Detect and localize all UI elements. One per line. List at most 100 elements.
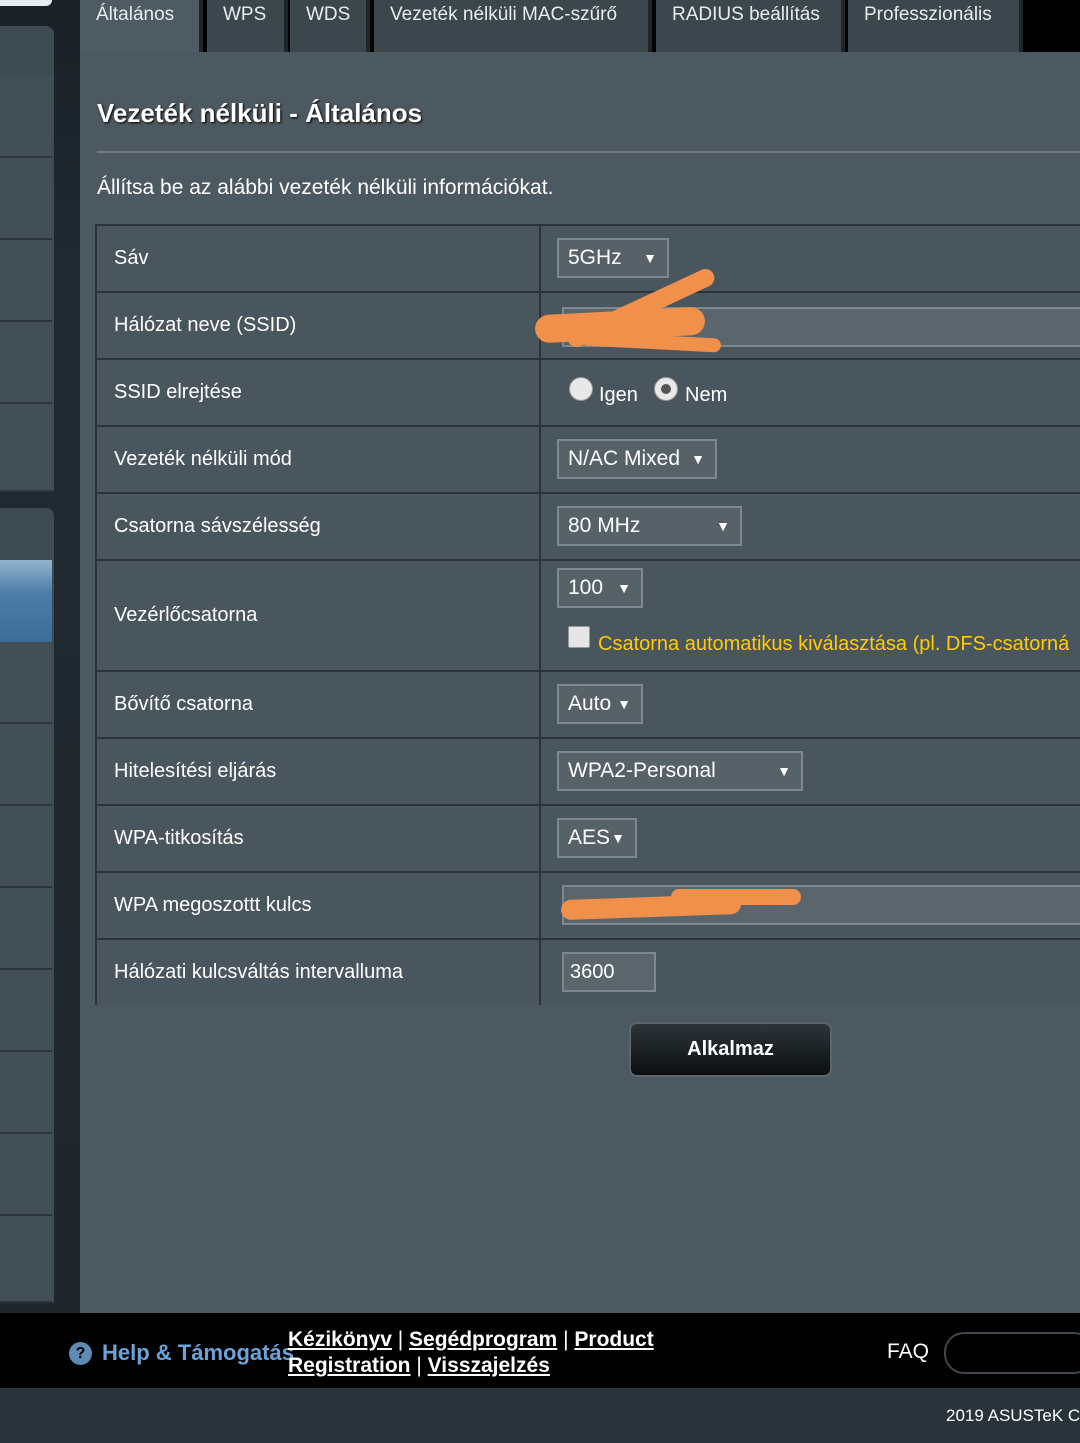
- row-extension-channel: Bővítő csatorna Auto ▼: [97, 672, 1080, 739]
- rekey-interval-input[interactable]: 3600: [562, 952, 656, 992]
- tab-strip: Általános WPS WDS Vezeték nélküli MAC-sz…: [80, 0, 1080, 52]
- sidebar-item[interactable]: [0, 76, 52, 158]
- hide-ssid-no-radio[interactable]: [654, 377, 678, 401]
- row-hide-ssid: SSID elrejtése Igen Nem: [97, 360, 1080, 427]
- row-bandwidth: Csatorna sávszélesség 80 MHz ▼: [97, 494, 1080, 561]
- extension-channel-cell: Auto ▼: [541, 672, 1080, 737]
- wireless-mode-label: Vezeték nélküli mód: [97, 427, 541, 492]
- copyright-bar: [0, 1388, 1080, 1443]
- title-divider: [97, 151, 1080, 153]
- hide-ssid-yes-radio[interactable]: [569, 377, 593, 401]
- wpa-encryption-label: WPA-titkosítás: [97, 806, 541, 871]
- sidebar-item[interactable]: [0, 240, 52, 322]
- sidebar: [0, 0, 54, 1305]
- sidebar-item[interactable]: [0, 724, 52, 806]
- rekey-interval-label: Hálózati kulcsváltás intervalluma: [97, 940, 541, 1005]
- auto-channel-hint: Csatorna automatikus kiválasztása (pl. D…: [598, 633, 1070, 655]
- row-band: Sáv 5GHz ▼: [97, 226, 1080, 293]
- wpa-key-cell: [541, 873, 1080, 938]
- tab-radius[interactable]: RADIUS beállítás: [656, 0, 845, 52]
- row-rekey-interval: Hálózati kulcsváltás intervalluma 3600: [97, 940, 1080, 1005]
- sidebar-item[interactable]: [0, 1052, 52, 1134]
- wireless-mode-value: N/AC Mixed: [568, 447, 681, 470]
- control-channel-cell: 100 ▼ Csatorna automatikus kiválasztása …: [541, 561, 1080, 670]
- feedback-link[interactable]: Visszajelzés: [428, 1354, 550, 1377]
- chevron-down-icon: ▼: [611, 830, 625, 846]
- sidebar-group-general: [0, 26, 54, 492]
- footer-links: Kézikönyv | Segédprogram | Product Regis…: [288, 1327, 668, 1379]
- row-wpa-key: WPA megoszottt kulcs: [97, 873, 1080, 940]
- bandwidth-value: 80 MHz: [568, 514, 641, 537]
- page-title: Vezeték nélküli - Általános: [97, 98, 423, 128]
- wpa-encryption-select[interactable]: AES ▼: [557, 818, 637, 858]
- extension-channel-select[interactable]: Auto ▼: [557, 684, 643, 724]
- auth-method-cell: WPA2-Personal ▼: [541, 739, 1080, 804]
- rekey-interval-cell: 3600: [541, 940, 1080, 1005]
- band-label: Sáv: [97, 226, 541, 291]
- chevron-down-icon: ▼: [716, 518, 730, 534]
- sidebar-item[interactable]: [0, 642, 52, 724]
- tab-general[interactable]: Általános: [80, 0, 203, 52]
- tab-wps[interactable]: WPS: [207, 0, 288, 52]
- hide-ssid-yes-label: Igen: [599, 384, 638, 406]
- row-ssid: Hálózat neve (SSID): [97, 266, 1080, 360]
- sidebar-item-wireless-active[interactable]: [0, 560, 52, 644]
- intro-text: Állítsa be az alábbi vezeték nélküli inf…: [97, 176, 554, 199]
- auth-method-select[interactable]: WPA2-Personal ▼: [557, 751, 803, 791]
- apply-button[interactable]: Alkalmaz: [629, 1022, 832, 1077]
- extension-channel-value: Auto: [568, 692, 612, 715]
- control-channel-label: Vezérlőcsatorna: [97, 561, 541, 670]
- sidebar-item[interactable]: [0, 1134, 52, 1216]
- band-cell: 5GHz ▼: [541, 226, 1080, 291]
- bandwidth-cell: 80 MHz ▼: [541, 494, 1080, 559]
- wpa-encryption-value: AES: [568, 826, 611, 849]
- auth-method-label: Hitelesítési eljárás: [97, 739, 541, 804]
- sidebar-item[interactable]: [0, 806, 52, 888]
- sidebar-item[interactable]: [0, 158, 52, 240]
- hide-ssid-cell: Igen Nem: [541, 360, 1080, 425]
- wpa-encryption-cell: AES ▼: [541, 806, 1080, 871]
- redaction-scribble: [671, 889, 801, 905]
- ssid-label: Hálózat neve (SSID): [97, 293, 541, 358]
- utility-link[interactable]: Segédprogram: [409, 1328, 557, 1351]
- sidebar-group-advanced: [0, 508, 54, 1303]
- faq-label: FAQ: [887, 1340, 930, 1363]
- sidebar-item[interactable]: [0, 888, 52, 970]
- chevron-down-icon: ▼: [691, 451, 705, 467]
- sidebar-item[interactable]: [0, 322, 52, 404]
- copyright-text: 2019 ASUSTeK C: [946, 1406, 1080, 1425]
- chevron-down-icon: ▼: [643, 250, 657, 266]
- sidebar-top-tab[interactable]: [0, 0, 52, 6]
- band-select[interactable]: 5GHz ▼: [557, 238, 669, 278]
- help-support-label: Help & Támogatás: [102, 1340, 294, 1365]
- auth-method-value: WPA2-Personal: [568, 759, 716, 782]
- manual-link[interactable]: Kézikönyv: [288, 1328, 392, 1351]
- help-icon: ?: [69, 1342, 92, 1365]
- chevron-down-icon: ▼: [617, 580, 631, 596]
- sidebar-item[interactable]: [0, 970, 52, 1052]
- tab-mac-filter[interactable]: Vezeték nélküli MAC-szűrő: [374, 0, 652, 52]
- tab-wds[interactable]: WDS: [290, 0, 370, 52]
- bandwidth-label: Csatorna sávszélesség: [97, 494, 541, 559]
- sidebar-item[interactable]: [0, 404, 52, 492]
- auto-channel-checkbox[interactable]: [568, 626, 590, 648]
- row-auth-method: Hitelesítési eljárás WPA2-Personal ▼: [97, 739, 1080, 806]
- control-channel-select[interactable]: 100 ▼: [557, 568, 643, 608]
- control-channel-value: 100: [568, 576, 604, 599]
- settings-table: Sáv 5GHz ▼ Hálózat neve (SSID) SSID elre…: [95, 224, 1080, 1005]
- ssid-cell: [534, 266, 1080, 358]
- extension-channel-label: Bővítő csatorna: [97, 672, 541, 737]
- tab-professional[interactable]: Professzionális: [848, 0, 1023, 52]
- faq-search-input[interactable]: [944, 1332, 1080, 1374]
- hide-ssid-no-label: Nem: [685, 384, 728, 406]
- link-separator: |: [416, 1354, 422, 1377]
- row-wireless-mode: Vezeték nélküli mód N/AC Mixed ▼: [97, 427, 1080, 494]
- chevron-down-icon: ▼: [617, 696, 631, 712]
- hide-ssid-label: SSID elrejtése: [97, 360, 541, 425]
- sidebar-item[interactable]: [0, 1216, 52, 1303]
- bandwidth-select[interactable]: 80 MHz ▼: [557, 506, 742, 546]
- band-value: 5GHz: [568, 246, 622, 269]
- wpa-key-label: WPA megoszottt kulcs: [97, 873, 541, 938]
- wireless-mode-select[interactable]: N/AC Mixed ▼: [557, 439, 717, 479]
- row-control-channel: Vezérlőcsatorna 100 ▼ Csatorna automatik…: [97, 561, 1080, 672]
